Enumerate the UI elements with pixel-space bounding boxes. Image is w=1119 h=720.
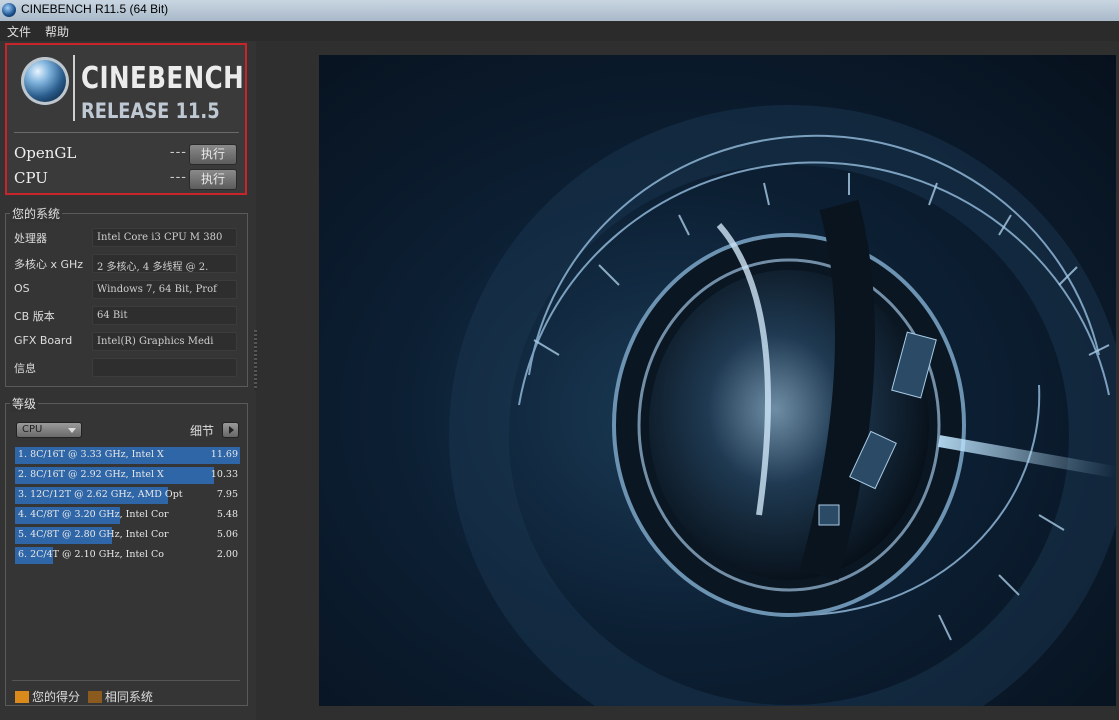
system-info-title: 您的系统 [10,205,63,222]
system-value-field[interactable]: 64 Bit [92,306,237,325]
benchmark-label: CPU [14,169,48,187]
benchmark-row-cpu: CPU --- 执行 [14,169,239,191]
ranking-score: 5.06 [216,529,238,540]
system-info-group: 您的系统 处理器 Intel Core i3 CPU M 380 多核心 x G… [5,205,248,387]
ranking-text: 1. 8C/16T @ 3.33 GHz, Intel X [18,449,164,460]
detail-button[interactable] [222,422,239,438]
chevron-down-icon [68,428,76,433]
render-illustration [449,105,1116,706]
title-bar: CINEBENCH R11.5 (64 Bit) [0,0,1119,22]
logo-and-benchmark-box: CINEBENCH RELEASE 11.5 OpenGL --- 执行 CPU… [5,43,247,195]
logo-name: CINEBENCH [81,61,245,96]
system-row: 信息 [6,357,246,379]
system-key: OS [14,282,30,295]
divider [14,132,239,133]
system-value-field[interactable]: 2 多核心, 4 多线程 @ 2. [92,254,237,273]
logo-divider [73,55,75,121]
ranking-row[interactable]: 1. 8C/16T @ 3.33 GHz, Intel X 11.69 [15,447,240,464]
ranking-row[interactable]: 5. 4C/8T @ 2.80 GHz, Intel Cor 5.06 [15,527,240,544]
legend: 您的得分 相同系统 [15,688,153,705]
ranking-text: 6. 2C/4T @ 2.10 GHz, Intel Co [18,549,164,560]
system-row: OS Windows 7, 64 Bit, Prof [6,279,246,301]
ranking-type-select[interactable]: CPU [16,422,82,438]
your-score-swatch [15,691,29,703]
system-key: GFX Board [14,334,73,347]
menu-file[interactable]: 文件 [7,23,31,40]
ranking-text: 2. 8C/16T @ 2.92 GHz, Intel X [18,469,164,480]
system-row: 处理器 Intel Core i3 CPU M 380 [6,227,246,249]
ranking-text: 3. 12C/12T @ 2.62 GHz, AMD Opt [18,489,183,500]
ranking-row[interactable]: 4. 4C/8T @ 3.20 GHz, Intel Cor 5.48 [15,507,240,524]
ranking-score: 2.00 [216,549,238,560]
system-key: CB 版本 [14,310,55,323]
cinebench-app-icon [2,3,16,17]
play-arrow-icon [229,426,234,434]
system-row: GFX Board Intel(R) Graphics Medi [6,331,246,353]
ranking-row[interactable]: 3. 12C/12T @ 2.62 GHz, AMD Opt 7.95 [15,487,240,504]
similar-system-swatch [87,691,102,703]
system-value-field[interactable]: Intel Core i3 CPU M 380 [92,228,237,247]
benchmark-score: --- [169,170,187,185]
logo-release: RELEASE 11.5 [81,99,220,123]
benchmark-row-opengl: OpenGL --- 执行 [14,144,239,166]
system-key: 多核心 x GHz [14,258,84,271]
ranking-text: 5. 4C/8T @ 2.80 GHz, Intel Cor [18,529,169,540]
ranking-score: 11.69 [210,449,238,460]
legend-your-score: 您的得分 [32,690,81,704]
cinebench-logo-icon [21,57,69,105]
menu-help[interactable]: 帮助 [45,23,69,40]
system-value-field[interactable]: Windows 7, 64 Bit, Prof [92,280,237,299]
ranking-score: 5.48 [216,509,238,520]
system-key: 处理器 [14,232,47,245]
info-field[interactable] [92,358,237,377]
ranking-score: 7.95 [216,489,238,500]
ranking-select-value: CPU [22,424,43,435]
panel-resize-handle[interactable] [254,330,257,390]
legend-similar-system: 相同系统 [104,690,153,704]
benchmark-label: OpenGL [14,144,77,162]
system-row: CB 版本 64 Bit [6,305,246,327]
menu-bar: 文件 帮助 [0,21,1119,41]
ranking-group: 等级 CPU 细节 1. 8C/16T @ 3.33 GHz, Intel X … [5,395,248,706]
divider [12,680,240,681]
detail-label: 细节 [190,424,215,438]
ranking-row[interactable]: 2. 8C/16T @ 2.92 GHz, Intel X 10.33 [15,467,240,484]
window-title: CINEBENCH R11.5 (64 Bit) [21,2,169,16]
system-key: 信息 [14,362,36,375]
system-row: 多核心 x GHz 2 多核心, 4 多线程 @ 2. [6,253,246,275]
ranking-text: 4. 4C/8T @ 3.20 GHz, Intel Cor [18,509,169,520]
run-opengl-button[interactable]: 执行 [189,144,237,165]
ranking-title: 等级 [10,395,39,412]
left-panel: CINEBENCH RELEASE 11.5 OpenGL --- 执行 CPU… [0,41,256,720]
ranking-row[interactable]: 6. 2C/4T @ 2.10 GHz, Intel Co 2.00 [15,547,240,564]
system-value-field[interactable]: Intel(R) Graphics Medi [92,332,237,351]
ranking-score: 10.33 [210,469,238,480]
run-cpu-button[interactable]: 执行 [189,169,237,190]
render-preview [319,55,1116,706]
benchmark-score: --- [169,145,187,160]
